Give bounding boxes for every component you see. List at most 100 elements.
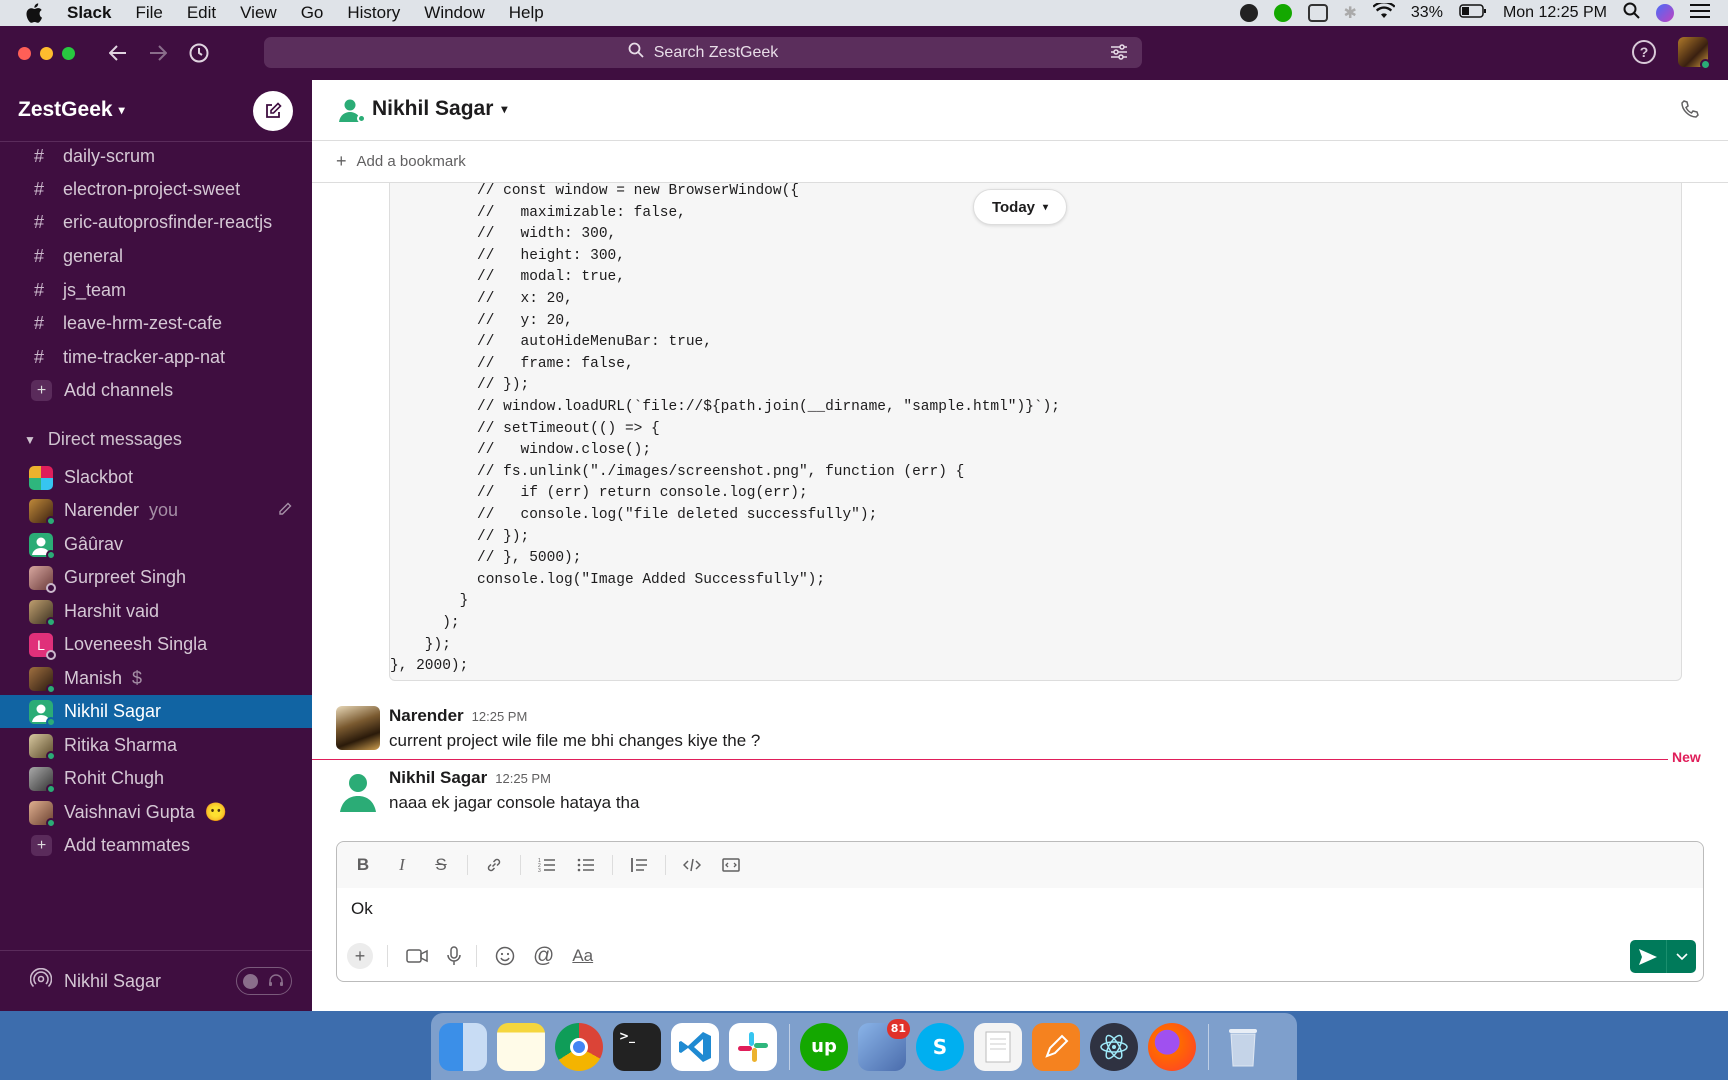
postman-pen-icon[interactable]	[1032, 1022, 1080, 1071]
message-author[interactable]: Nikhil Sagar	[389, 768, 487, 787]
vscode-icon[interactable]	[671, 1022, 719, 1071]
textedit-icon[interactable]	[974, 1022, 1022, 1071]
nikhil-avatar[interactable]	[336, 768, 380, 812]
spotlight-search-icon[interactable]	[1623, 2, 1640, 24]
add-channels-button[interactable]: + Add channels	[0, 374, 312, 407]
sidebar-item-gaurav[interactable]: Gâûrav	[0, 528, 312, 561]
blockquote-icon[interactable]	[626, 852, 652, 878]
footer-user-name[interactable]: Nikhil Sagar	[64, 971, 161, 992]
firefox-icon[interactable]	[1148, 1022, 1196, 1071]
narender-avatar[interactable]	[336, 706, 380, 750]
add-bookmark-button[interactable]: Add a bookmark	[357, 153, 466, 170]
sidebar-item-ritika-sharma[interactable]: Ritika Sharma	[0, 729, 312, 762]
checkmark-status-icon[interactable]	[1239, 4, 1258, 22]
battery-percentage[interactable]: 33%	[1411, 4, 1443, 22]
sidebar-item-eric-autoprosfinder-reactjs[interactable]: # eric-autoprosfinder-reactjs	[0, 206, 312, 239]
code-block-icon[interactable]	[718, 852, 744, 878]
battery-icon[interactable]	[1459, 3, 1487, 23]
sidebar-item-gurpreet-singh[interactable]: Gurpreet Singh	[0, 561, 312, 594]
formatting-toggle-button[interactable]: Aa	[572, 946, 593, 966]
phone-call-icon[interactable]	[1680, 99, 1700, 124]
sidebar-item-narender[interactable]: Narender you	[0, 494, 312, 527]
plus-icon[interactable]: +	[336, 151, 347, 172]
direct-messages-header[interactable]: ▼ Direct messages	[0, 423, 312, 456]
menu-go[interactable]: Go	[301, 3, 324, 23]
wifi-icon[interactable]	[1372, 0, 1396, 24]
electron-icon[interactable]	[1090, 1022, 1138, 1071]
link-icon[interactable]	[481, 852, 507, 878]
compose-button[interactable]	[253, 91, 293, 131]
bluetooth-icon[interactable]: ✱	[1344, 3, 1357, 23]
sidebar-item-js-team[interactable]: # js_team	[0, 274, 312, 307]
sidebar-item-vaishnavi-gupta[interactable]: Vaishnavi Gupta 😶	[0, 796, 312, 829]
microphone-icon[interactable]	[446, 946, 462, 966]
sidebar-item-rohit-chugh[interactable]: Rohit Chugh	[0, 762, 312, 795]
sidebar-item-loveneesh-singla[interactable]: L Loveneesh Singla	[0, 628, 312, 661]
menubar-clock[interactable]: Mon 12:25 PM	[1503, 4, 1607, 22]
sidebar-item-time-tracker-app-nat[interactable]: # time-tracker-app-nat	[0, 341, 312, 374]
chrome-icon[interactable]	[555, 1022, 603, 1071]
mention-icon[interactable]: @	[533, 944, 554, 968]
sidebar-item-general[interactable]: # general	[0, 240, 312, 273]
sidebar-item-nikhil-sagar[interactable]: Nikhil Sagar	[0, 695, 312, 728]
workspace-menu-button[interactable]: ZestGeek ▾	[18, 98, 125, 122]
trash-icon[interactable]	[1219, 1023, 1267, 1071]
mail-app-icon[interactable]: 81	[858, 1018, 910, 1071]
sidebar-item-slackbot[interactable]: Slackbot	[0, 461, 312, 494]
upwork-icon[interactable]: up	[800, 1022, 848, 1071]
finder-icon[interactable]	[439, 1022, 487, 1071]
help-icon[interactable]: ?	[1632, 40, 1656, 64]
date-divider-button[interactable]: Today ▾	[973, 189, 1067, 225]
italic-button[interactable]: I	[389, 852, 415, 878]
sidebar-item-electron-project-sweet[interactable]: # electron-project-sweet	[0, 173, 312, 206]
send-button[interactable]	[1630, 940, 1667, 973]
control-center-icon[interactable]	[1690, 3, 1710, 24]
keyboard-status-icon[interactable]	[1307, 4, 1328, 22]
sidebar-item-manish[interactable]: Manish $	[0, 662, 312, 695]
add-teammates-button[interactable]: + Add teammates	[0, 829, 312, 862]
message-time[interactable]: 12:25 PM	[472, 709, 528, 724]
siri-icon[interactable]	[1656, 4, 1674, 22]
message-time[interactable]: 12:25 PM	[495, 771, 551, 786]
emoji-icon[interactable]	[495, 946, 515, 966]
upwork-status-icon[interactable]	[1273, 4, 1292, 22]
menu-app-name[interactable]: Slack	[67, 3, 111, 23]
apple-icon[interactable]	[25, 3, 45, 23]
sidebar-item-harshit-vaid[interactable]: Harshit vaid	[0, 595, 312, 628]
edit-pencil-icon[interactable]	[278, 500, 292, 521]
forward-arrow-icon[interactable]	[149, 45, 167, 61]
channel-title-button[interactable]: Nikhil Sagar ▾	[336, 95, 507, 123]
sidebar-item-daily-scrum[interactable]: # daily-scrum	[0, 140, 312, 173]
menu-help[interactable]: Help	[509, 3, 544, 23]
video-clip-icon[interactable]	[406, 948, 428, 964]
ordered-list-icon[interactable]: 123	[534, 852, 560, 878]
message-input[interactable]: Ok	[351, 899, 373, 919]
terminal-icon[interactable]: >_	[613, 1022, 661, 1071]
skype-icon[interactable]: S	[916, 1022, 964, 1071]
schedule-send-dropdown[interactable]	[1667, 940, 1696, 973]
slack-icon[interactable]	[729, 1022, 777, 1071]
menu-window[interactable]: Window	[424, 3, 484, 23]
bold-button[interactable]: B	[350, 852, 376, 878]
back-arrow-icon[interactable]	[109, 45, 127, 61]
menu-history[interactable]: History	[347, 3, 400, 23]
sidebar-item-leave-hrm-zest-cafe[interactable]: # leave-hrm-zest-cafe	[0, 307, 312, 340]
huddle-toggle[interactable]	[236, 967, 292, 995]
search-input[interactable]: Search ZestGeek	[264, 37, 1142, 68]
profile-avatar[interactable]	[1678, 37, 1711, 70]
message-author[interactable]: Narender	[389, 706, 464, 725]
bullet-list-icon[interactable]	[573, 852, 599, 878]
code-icon[interactable]	[679, 852, 705, 878]
zoom-window-button[interactable]	[62, 46, 75, 60]
attach-plus-button[interactable]: +	[347, 943, 373, 969]
notes-icon[interactable]	[497, 1022, 545, 1071]
search-filter-icon[interactable]	[1110, 43, 1128, 66]
menu-view[interactable]: View	[240, 3, 277, 23]
huddle-icon[interactable]	[29, 967, 53, 995]
history-clock-icon[interactable]	[189, 43, 209, 63]
menu-file[interactable]: File	[135, 3, 162, 23]
strikethrough-button[interactable]: S	[428, 852, 454, 878]
menu-edit[interactable]: Edit	[187, 3, 216, 23]
close-window-button[interactable]	[18, 46, 31, 60]
minimize-window-button[interactable]	[40, 46, 53, 60]
